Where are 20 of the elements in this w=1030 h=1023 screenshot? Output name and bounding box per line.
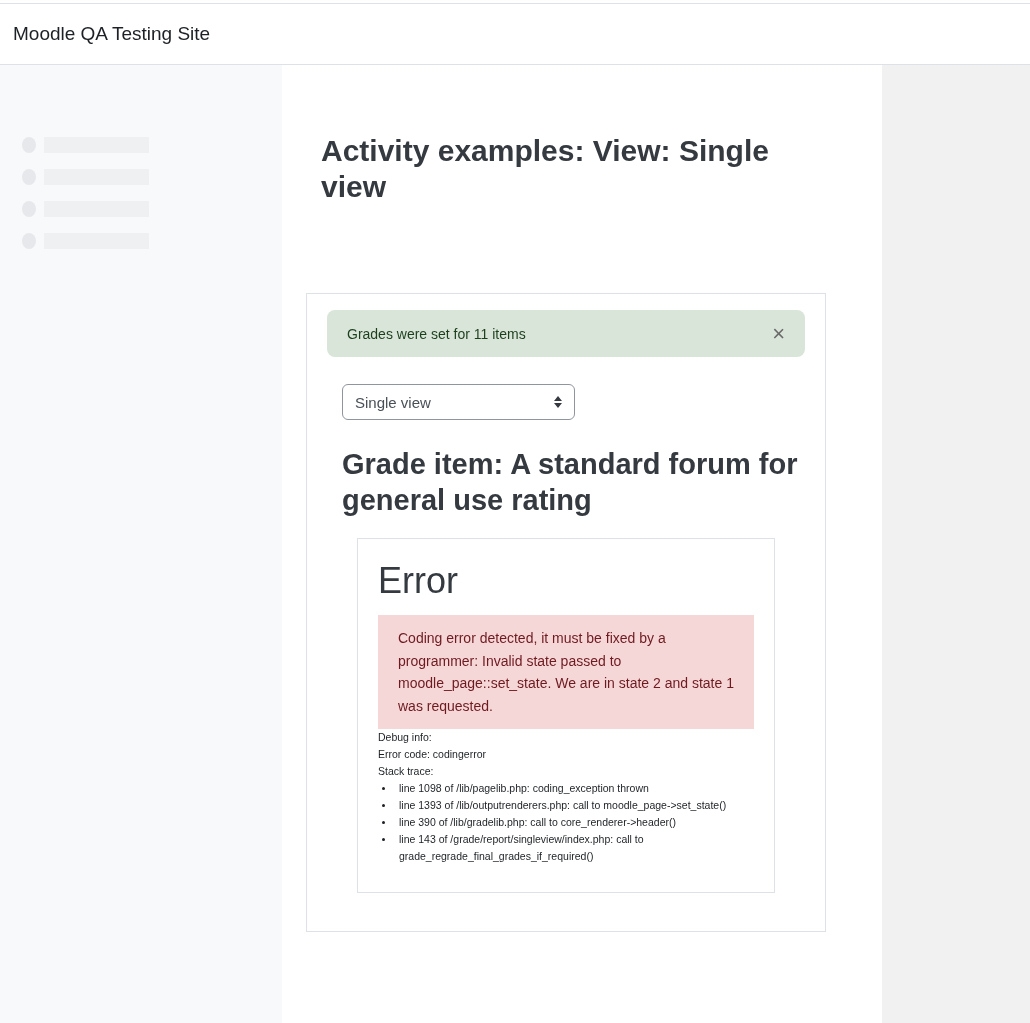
page-title: Activity examples: View: Single view [321, 133, 770, 205]
alert-message: Grades were set for 11 items [347, 325, 526, 342]
site-name[interactable]: Moodle QA Testing Site [13, 23, 211, 45]
error-title: Error [378, 559, 459, 603]
stack-trace-line: line 1098 of /lib/pagelib.php: coding_exception thrown [399, 781, 649, 796]
stack-trace-line: line 1393 of /lib/outputrenderers.php: call to moodle_page->set_state() [399, 798, 727, 813]
debug-line: Debug info: [378, 730, 433, 745]
stack-trace-line: line 390 of /lib/gradelib.php: call to core_renderer->header() [399, 815, 676, 830]
bullet-icon [382, 787, 385, 790]
bullet-icon [382, 804, 385, 807]
bullet-icon [382, 838, 385, 841]
debug-line: Error code: codingerror [378, 747, 487, 762]
bullet-icon [382, 821, 385, 824]
error-message: Coding error detected, it must be fixed by a programmer: Invalid state passed to moodle_page::set_state. We are in state 2 and state 1 was requested. [378, 615, 754, 729]
grade-item-heading: Grade item: A standard forum for general use rating [342, 447, 799, 518]
debug-line: Stack trace: [378, 764, 435, 779]
view-select[interactable]: Single view [342, 384, 575, 420]
stack-trace-line: line 143 of /grade/report/singleview/index.php: call to grade_regrade_final_grades_if_required() [399, 832, 645, 864]
sort-arrows-icon [554, 396, 562, 408]
close-button[interactable]: × [772, 320, 785, 347]
